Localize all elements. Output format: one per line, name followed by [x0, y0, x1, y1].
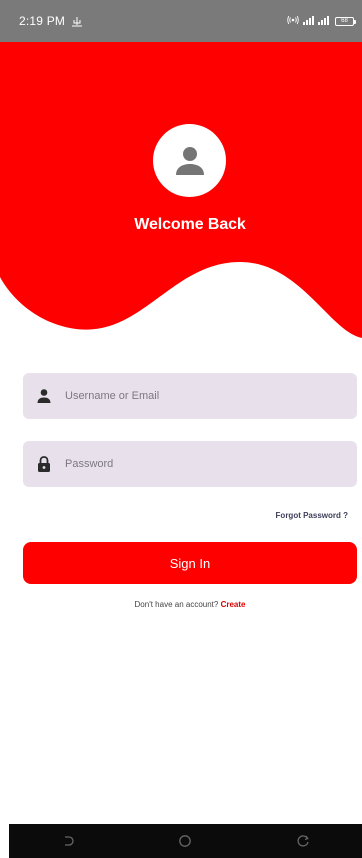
signup-prompt: Don't have an account?: [134, 600, 221, 609]
status-right: 68: [287, 14, 356, 28]
home-icon[interactable]: [175, 831, 195, 851]
password-field[interactable]: [23, 441, 357, 487]
status-time: 2:19 PM: [19, 14, 66, 28]
login-screen: 2:19 PM 68 Welcome Back Username or Emai…: [0, 0, 362, 858]
create-account-link[interactable]: Create: [221, 600, 246, 609]
hotspot-icon: [287, 14, 299, 28]
forgot-password-link[interactable]: Forgot Password ?: [276, 511, 348, 520]
signup-row: Don't have an account? Create: [0, 600, 362, 609]
navigation-bar: [9, 824, 362, 858]
username-field[interactable]: [23, 373, 357, 419]
password-input[interactable]: [65, 441, 335, 487]
lock-icon: [35, 455, 53, 473]
recents-icon[interactable]: [293, 831, 313, 851]
battery-icon: 68: [335, 16, 356, 26]
person-icon: [35, 387, 53, 405]
person-icon: [175, 146, 204, 175]
back-icon[interactable]: [58, 831, 78, 851]
sign-in-button[interactable]: Sign In: [23, 542, 357, 584]
status-left: 2:19 PM: [19, 14, 83, 28]
usb-icon: [71, 16, 83, 27]
avatar: [153, 124, 226, 197]
username-input[interactable]: [65, 373, 335, 419]
signal-icon: [303, 14, 331, 28]
status-bar: 2:19 PM 68: [0, 0, 362, 42]
welcome-title: Welcome Back: [134, 216, 246, 233]
